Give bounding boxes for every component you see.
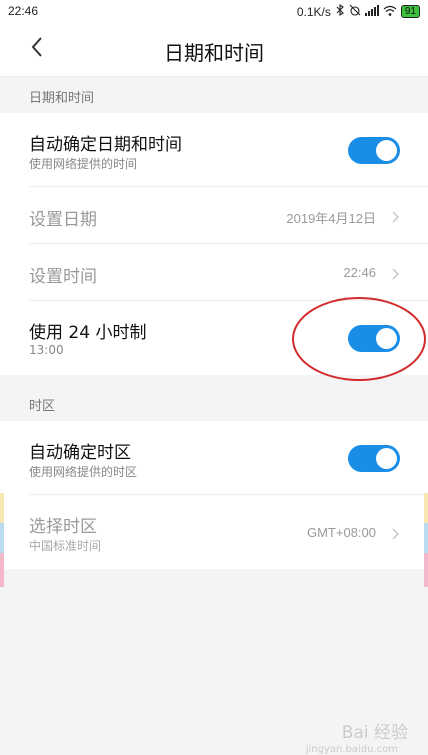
toggle-knob (376, 448, 397, 469)
watermark-url: jingyan.baidu.com (305, 744, 398, 755)
edge-strip-pink (0, 553, 4, 587)
row-subtitle: 13:00 (29, 343, 64, 357)
watermark: Bai 经验 (341, 723, 408, 743)
edge-strip-yellow (0, 493, 4, 523)
row-title: 自动确定时区 (29, 443, 131, 463)
battery-icon: 91 (400, 5, 420, 18)
chevron-right-icon (388, 266, 402, 280)
row-title: 设置日期 (29, 210, 97, 230)
bluetooth-icon (335, 3, 345, 19)
wifi-icon (383, 5, 397, 19)
edge-strip-blue (0, 523, 4, 553)
auto-timezone-toggle[interactable] (348, 445, 400, 472)
status-icons: 0.1K/s 91 (296, 3, 420, 19)
edge-strip-yellow (424, 493, 428, 523)
toggle-knob (376, 140, 397, 161)
signal-icon (364, 4, 379, 19)
page-title: 日期和时间 (164, 41, 264, 65)
row-set-date[interactable]: 设置日期 2019年4月12日 (0, 187, 428, 244)
section-header-datetime: 日期和时间 (0, 77, 428, 113)
row-title: 选择时区 (29, 517, 97, 537)
chevron-right-icon (388, 526, 402, 540)
row-title: 自动确定日期和时间 (29, 135, 182, 155)
edge-strip-pink (424, 553, 428, 587)
row-value: 22:46 (343, 265, 376, 280)
row-subtitle: 使用网络提供的时间 (29, 157, 138, 171)
auto-datetime-toggle[interactable] (348, 137, 400, 164)
status-time: 22:46 (8, 4, 39, 18)
app-header: 日期和时间 (0, 24, 428, 77)
annotation-circle (292, 297, 426, 381)
row-auto-timezone[interactable]: 自动确定时区 使用网络提供的时区 (0, 421, 428, 495)
section-label: 日期和时间 (29, 91, 95, 106)
row-value: GMT+08:00 (306, 525, 376, 540)
section-label: 时区 (29, 399, 56, 414)
alarm-icon (349, 4, 361, 19)
row-title: 设置时间 (29, 267, 97, 287)
status-bar: 22:46 0.1K/s 91 (0, 0, 428, 24)
row-set-time[interactable]: 设置时间 22:46 (0, 244, 428, 301)
row-auto-datetime[interactable]: 自动确定日期和时间 使用网络提供的时间 (0, 113, 428, 187)
row-value: 2019年4月12日 (286, 211, 376, 226)
row-select-timezone[interactable]: 选择时区 中国标准时间 GMT+08:00 (0, 495, 428, 569)
row-subtitle: 中国标准时间 (29, 539, 102, 553)
edge-strip-blue (424, 523, 428, 553)
section-header-timezone: 时区 (0, 385, 428, 421)
row-title: 使用 24 小时制 (29, 323, 147, 343)
chevron-right-icon (388, 209, 402, 223)
row-subtitle: 使用网络提供的时区 (29, 465, 138, 479)
network-speed: 0.1K/s (296, 4, 331, 19)
